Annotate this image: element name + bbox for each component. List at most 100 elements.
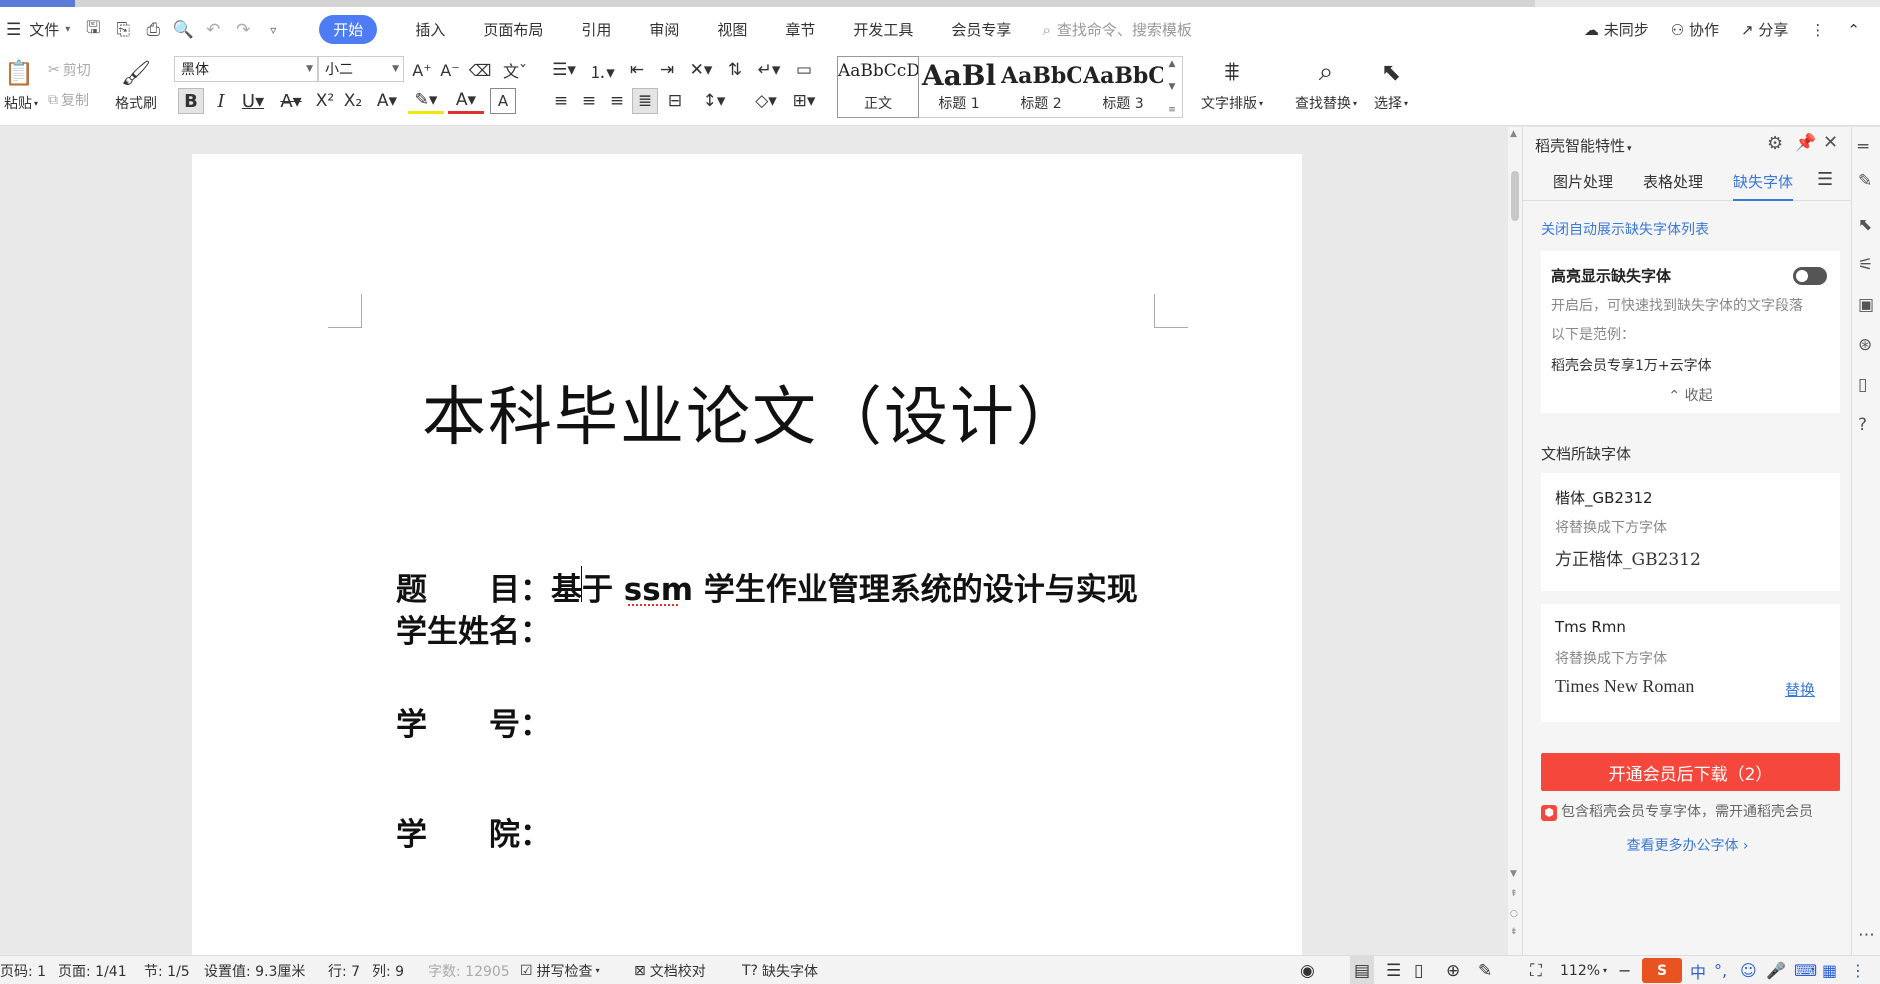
ime-chinese-icon[interactable]: 中 [1690, 956, 1706, 984]
ime-skin-icon[interactable]: ▦ [1822, 956, 1837, 984]
tab-references[interactable]: 引用 [562, 7, 630, 52]
strikethrough-button[interactable]: A▾ [274, 88, 308, 114]
text-effect-button[interactable]: A▾ [370, 88, 404, 114]
tab-home[interactable]: 开始 [300, 7, 396, 52]
outline-view-icon[interactable]: ☰ [1386, 956, 1401, 984]
justify-icon[interactable]: ≣ [632, 88, 658, 114]
find-replace-button[interactable]: 查找替换 ▾ [1290, 92, 1362, 114]
next-page-icon[interactable]: ⇟ [1510, 927, 1518, 937]
zoom-select[interactable]: 112% ▾ [1560, 956, 1607, 984]
subscript-button[interactable]: X₂ [340, 88, 366, 114]
image-icon[interactable]: ▣ [1858, 295, 1874, 315]
increase-indent-icon[interactable]: ⇥ [654, 58, 680, 82]
status-page[interactable]: 页面: 1/41 [58, 956, 127, 984]
status-page-code[interactable]: 页码: 1 [0, 956, 46, 984]
redo-icon[interactable]: ↷ [230, 17, 256, 43]
highlight-toggle[interactable] [1793, 267, 1827, 285]
status-section[interactable]: 节: 1/5 [144, 956, 190, 984]
align-left-icon[interactable]: ≡ [548, 88, 574, 114]
tab-page-layout[interactable]: 页面布局 [464, 7, 562, 52]
book-icon[interactable]: ▯ [1858, 375, 1867, 395]
undo-icon[interactable]: ↶ [200, 17, 226, 43]
adjust-icon[interactable]: ⚟ [1858, 255, 1873, 275]
scroll-up-icon[interactable]: ▲ [1510, 129, 1517, 139]
clear-format-icon[interactable]: ⌫ [468, 58, 492, 82]
gear-icon[interactable]: ⚙ [1767, 133, 1783, 154]
cut-button[interactable]: ✂ 剪切 [48, 58, 91, 82]
align-center-icon[interactable]: ≡ [576, 88, 602, 114]
panel-tab-table[interactable]: 表格处理 [1643, 171, 1703, 192]
select-button[interactable]: 选择 ▾ [1368, 92, 1414, 114]
reading-view-icon[interactable]: ▯ [1414, 956, 1423, 984]
copy-button[interactable]: ⧉ 复制 [48, 88, 89, 112]
char-border-button[interactable]: A [490, 88, 516, 114]
rail-toggle-icon[interactable]: ═ [1858, 137, 1868, 157]
font-name-select[interactable]: 黑体 ▼ [174, 56, 318, 82]
format-painter-button[interactable]: 格式刷 [110, 92, 162, 114]
menu-icon[interactable]: ☰ [1817, 169, 1833, 190]
more-fonts-link[interactable]: 查看更多办公字体 › [1523, 835, 1852, 855]
bullet-list-icon[interactable]: ☰▾ [548, 58, 580, 82]
font-color-button[interactable]: A▾ [448, 88, 484, 114]
scroll-thumb[interactable] [1511, 171, 1519, 221]
sync-status[interactable]: ☁ 未同步 [1584, 19, 1649, 40]
status-word-count[interactable]: 字数: 12905 [428, 956, 510, 984]
cursor-icon[interactable]: ⬉ [1374, 54, 1408, 90]
help-icon[interactable]: ? [1858, 415, 1867, 435]
vertical-scrollbar[interactable]: ▲ ▼ ⇞ ○ ⇟ [1508, 127, 1522, 955]
spell-check-button[interactable]: ☑ 拼写检查 ▾ [520, 956, 600, 984]
brush-icon[interactable]: 🖌 [118, 56, 154, 90]
panel-tab-image[interactable]: 图片处理 [1553, 171, 1613, 192]
scroll-down-icon[interactable]: ▼ [1510, 869, 1517, 879]
browse-object-icon[interactable]: ○ [1510, 909, 1518, 919]
fit-page-icon[interactable]: ⛶ [1530, 956, 1542, 984]
shading-icon[interactable]: ◇▾ [748, 88, 784, 114]
pen-view-icon[interactable]: ✎ [1478, 956, 1492, 984]
distributed-icon[interactable]: ⊟ [662, 88, 688, 114]
collapse-ribbon-icon[interactable]: ⌃ [1847, 21, 1860, 39]
bold-button[interactable]: B [178, 88, 204, 114]
superscript-button[interactable]: X² [312, 88, 338, 114]
page-view-icon[interactable]: ▤ [1350, 956, 1375, 984]
save-icon[interactable]: 🖫 [80, 17, 106, 43]
missing-font-status-button[interactable]: T? 缺失字体 [742, 956, 818, 984]
numbered-list-icon[interactable]: ⒈▾ [586, 58, 618, 83]
close-auto-list-link[interactable]: 关闭自动展示缺失字体列表 [1541, 219, 1709, 239]
style-gallery-scroll[interactable]: ▲ ▼ ≡ [1164, 57, 1180, 117]
tab-insert[interactable]: 插入 [396, 7, 464, 52]
panel-tab-missing-fonts[interactable]: 缺失字体 [1733, 171, 1794, 201]
paragraph-mark-icon[interactable]: ↵▾ [752, 58, 786, 82]
style-normal[interactable]: AaBbCcDd 正文 [837, 56, 919, 118]
grow-font-icon[interactable]: A⁺ [410, 58, 434, 82]
pinyin-icon[interactable]: 文ˇ [498, 58, 532, 82]
close-icon[interactable]: ✕ [1823, 132, 1838, 153]
print-preview-icon[interactable]: 🔍 [170, 17, 196, 43]
border-icon[interactable]: ⊞▾ [786, 88, 822, 114]
panel-title[interactable]: 稻壳智能特性 ▾ [1535, 135, 1632, 156]
paste-button[interactable]: 粘贴 ▾ [0, 92, 42, 114]
more-icon[interactable]: ⋮ [1810, 21, 1825, 39]
print-icon[interactable]: ⎙ [140, 17, 166, 43]
line-spacing-icon[interactable]: ↕▾ [696, 88, 732, 114]
download-button[interactable]: 开通会员后下载（2） [1541, 753, 1840, 791]
smart-icon[interactable]: ⊛ [1858, 335, 1872, 355]
tab-member[interactable]: 会员专享 [932, 7, 1030, 52]
tab-review[interactable]: 审阅 [630, 7, 698, 52]
italic-button[interactable]: I [208, 88, 234, 114]
file-menu[interactable]: ☰ 文件 ▾ [6, 7, 70, 52]
shrink-font-icon[interactable]: A⁻ [438, 58, 462, 82]
zoom-out-icon[interactable]: − [1618, 956, 1631, 984]
collab-button[interactable]: ⚇ 协作 [1671, 19, 1719, 40]
decrease-indent-icon[interactable]: ⇤ [624, 58, 650, 82]
customize-icon[interactable]: ▿ [260, 17, 286, 43]
share-button[interactable]: ↗ 分享 [1741, 19, 1788, 40]
edit-icon[interactable]: ✎ [1858, 171, 1872, 191]
ime-punct-icon[interactable]: °, [1714, 956, 1727, 984]
text-layout-icon[interactable]: ⩨ [1212, 54, 1252, 90]
highlight-button[interactable]: ✎▾ [408, 88, 444, 114]
pointer-icon[interactable]: ⬉ [1858, 215, 1872, 235]
document-page[interactable]: 本科毕业论文（设计） 题 目：基于 ssm 学生作业管理系统的设计与实现 学生姓… [192, 154, 1302, 955]
font-size-select[interactable]: 小二 ▼ [318, 56, 404, 82]
web-view-icon[interactable]: ⊕ [1446, 956, 1460, 984]
style-heading-1[interactable]: AaBl 标题 1 [918, 57, 1000, 117]
